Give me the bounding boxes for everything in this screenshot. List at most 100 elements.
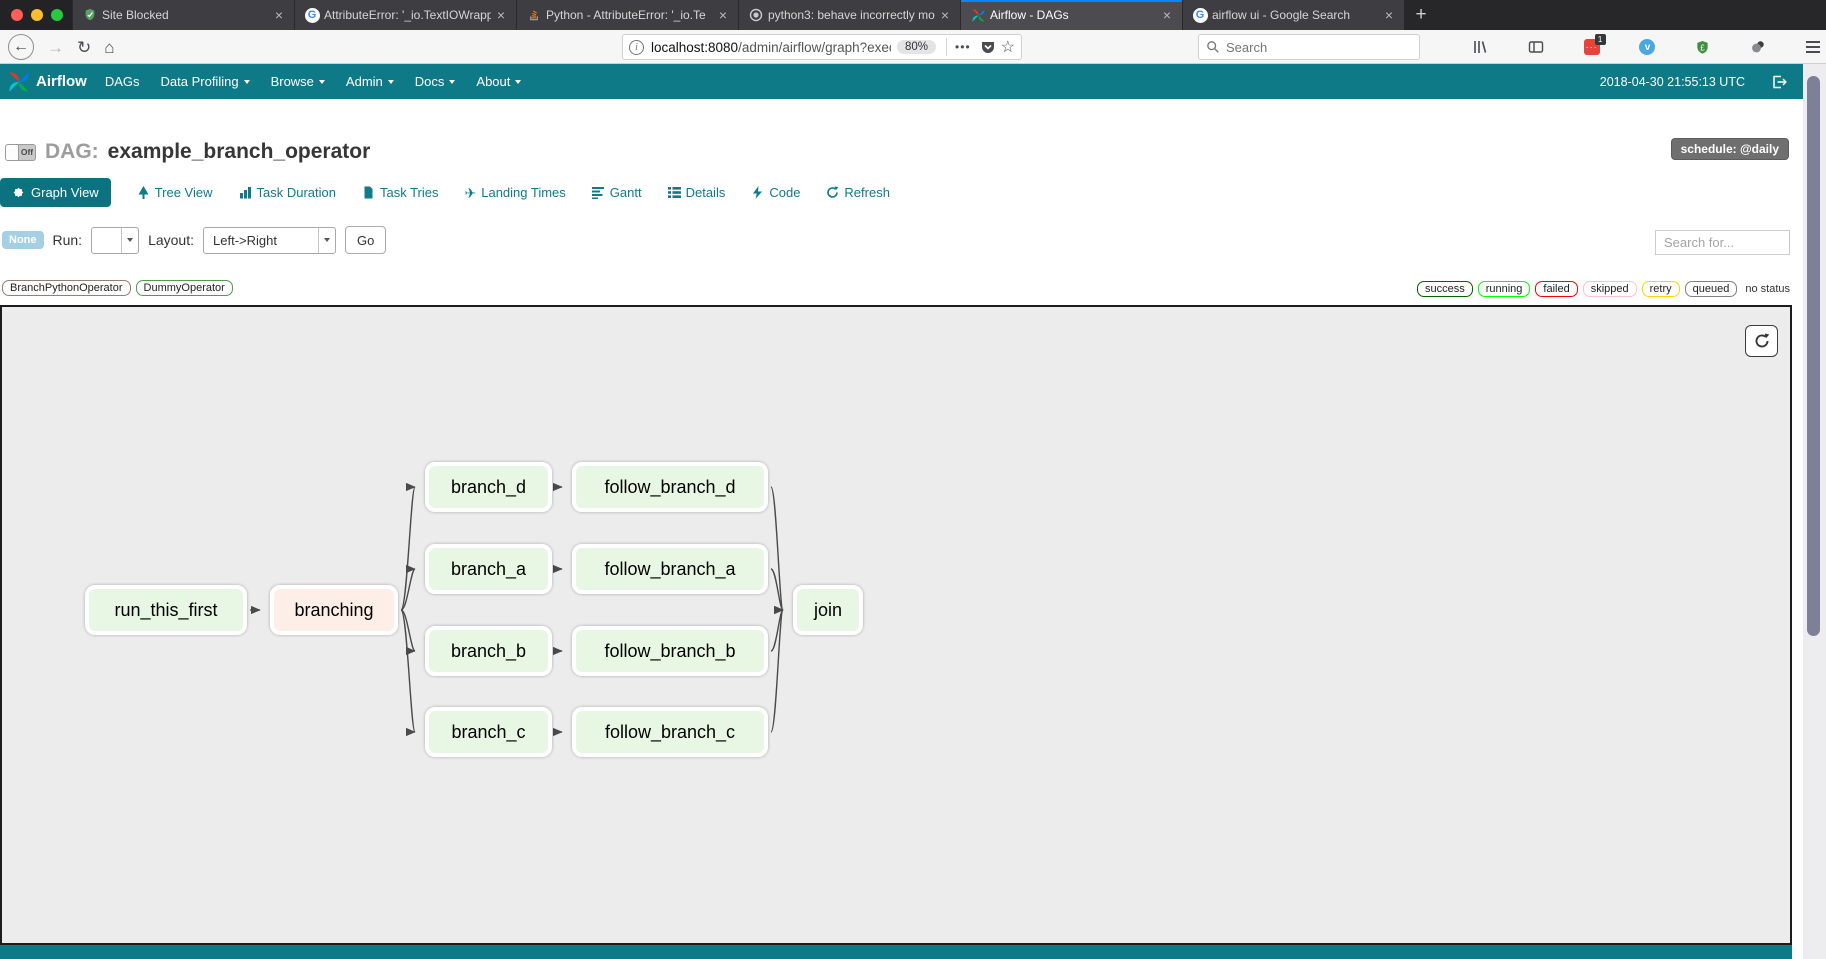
pocket-icon[interactable]: [980, 39, 996, 55]
tab-bar: Site Blocked × G AttributeError: '_io.Te…: [0, 0, 1826, 30]
dag-node-branch_c[interactable]: branch_c: [425, 707, 552, 757]
tab-title: airflow ui - Google Search: [1212, 8, 1379, 22]
site-info-icon[interactable]: i: [629, 40, 644, 55]
window-controls: [0, 0, 72, 30]
graph-refresh-button[interactable]: [1745, 325, 1778, 357]
brand-name: Airflow: [36, 73, 87, 90]
run-select[interactable]: [91, 227, 139, 254]
tab-airflow-ui-search[interactable]: G airflow ui - Google Search ×: [1182, 0, 1404, 30]
bookmark-star-icon[interactable]: ☆: [1001, 37, 1015, 57]
tab-details[interactable]: Details: [668, 185, 726, 200]
tab-landing-times[interactable]: ✈ Landing Times: [465, 185, 566, 200]
tab-code[interactable]: Code: [751, 185, 800, 200]
align-left-icon: [592, 186, 605, 199]
dag-pause-toggle[interactable]: Off: [5, 144, 36, 161]
privacy-shield-icon[interactable]: £: [1695, 40, 1710, 55]
airflow-icon: [970, 7, 986, 23]
google-icon: G: [1192, 7, 1208, 23]
dag-node-run_this_first[interactable]: run_this_first: [85, 585, 247, 635]
chevron-down-icon: [121, 228, 138, 253]
run-label: Run:: [53, 232, 83, 248]
dag-node-branch_b[interactable]: branch_b: [425, 626, 552, 676]
back-button[interactable]: ←: [8, 34, 34, 60]
airflow-brand[interactable]: Airflow: [0, 71, 87, 93]
tab-task-tries[interactable]: Task Tries: [362, 185, 439, 200]
dag-node-branch_a[interactable]: branch_a: [425, 544, 552, 594]
close-icon[interactable]: ×: [273, 7, 285, 23]
tab-python-attributeerror[interactable]: Python - AttributeError: '_io.Te ×: [516, 0, 738, 30]
go-button[interactable]: Go: [345, 226, 386, 254]
page-actions-icon[interactable]: •••: [955, 40, 971, 54]
tab-airflow-dags[interactable]: Airflow - DAGs ×: [960, 0, 1182, 30]
dag-node-follow_branch_b[interactable]: follow_branch_b: [572, 626, 768, 676]
tab-task-duration[interactable]: Task Duration: [239, 185, 336, 200]
tab-attributeerror-google[interactable]: G AttributeError: '_io.TextIOWrapp ×: [294, 0, 516, 30]
legend-dummyoperator: DummyOperator: [136, 280, 233, 296]
logout-icon[interactable]: [1771, 64, 1787, 99]
fullscreen-window-button[interactable]: [51, 9, 63, 21]
browser-search-input[interactable]: [1226, 40, 1386, 55]
layout-select[interactable]: Left->Right: [203, 227, 336, 254]
run-none-badge: None: [2, 231, 44, 249]
close-icon[interactable]: ×: [1383, 7, 1395, 23]
close-icon[interactable]: ×: [1161, 7, 1173, 23]
nav-item-admin[interactable]: Admin: [346, 74, 394, 89]
tab-gantt[interactable]: Gantt: [592, 185, 642, 200]
reload-button[interactable]: ↻: [77, 39, 91, 56]
legend-queued: queued: [1685, 281, 1738, 297]
dag-node-follow_branch_a[interactable]: follow_branch_a: [572, 544, 768, 594]
tab-title: Python - AttributeError: '_io.Te: [546, 8, 713, 22]
library-icon[interactable]: [1472, 39, 1488, 55]
legend-skipped: skipped: [1583, 281, 1637, 297]
dag-graph-canvas[interactable]: run_this_first branching branch_d branch_ab…: [0, 305, 1792, 945]
dag-node-branch_d[interactable]: branch_d: [425, 462, 552, 512]
zoom-level-badge[interactable]: 80%: [897, 40, 936, 54]
dag-node-follow_branch_c[interactable]: follow_branch_c: [572, 707, 768, 757]
nav-item-browse[interactable]: Browse: [271, 74, 325, 89]
tab-site-blocked[interactable]: Site Blocked ×: [72, 0, 294, 30]
cookies-icon[interactable]: [1750, 39, 1766, 55]
chevron-down-icon: [515, 80, 521, 84]
scrollbar-thumb[interactable]: [1807, 76, 1820, 636]
dag-node-join[interactable]: join: [793, 585, 863, 635]
close-icon[interactable]: ×: [939, 7, 951, 23]
minimize-window-button[interactable]: [31, 9, 43, 21]
forward-button[interactable]: →: [47, 39, 64, 56]
chevron-down-icon: [318, 228, 335, 253]
refresh-link[interactable]: Refresh: [826, 185, 890, 200]
layout-value: Left->Right: [204, 233, 318, 248]
blue-extension-icon[interactable]: v: [1639, 39, 1655, 55]
home-button[interactable]: ⌂: [104, 39, 114, 56]
scrollbar-track[interactable]: [1803, 64, 1826, 959]
dag-node-follow_branch_d[interactable]: follow_branch_d: [572, 462, 768, 512]
tab-title: Airflow - DAGs: [990, 8, 1157, 22]
url-text[interactable]: localhost:8080/admin/airflow/graph?execu…: [651, 40, 891, 55]
svg-text:£: £: [1701, 43, 1706, 52]
dag-edge-follow_branch_d-to-join: [771, 487, 783, 610]
tab-graph-view[interactable]: Graph View: [0, 178, 111, 207]
dag-node-branching[interactable]: branching: [270, 585, 398, 635]
close-icon[interactable]: ×: [717, 7, 729, 23]
close-icon[interactable]: ×: [495, 7, 507, 23]
new-tab-button[interactable]: +: [1404, 0, 1438, 30]
shield-icon: [82, 7, 98, 23]
legend-retry: retry: [1642, 281, 1680, 297]
refresh-icon: [1754, 333, 1770, 349]
refresh-icon: [826, 186, 839, 199]
dag-edge-follow_branch_c-to-join: [771, 610, 783, 732]
nav-item-docs[interactable]: Docs: [415, 74, 456, 89]
url-host: localhost:8080: [651, 40, 738, 55]
task-search-input[interactable]: [1655, 230, 1790, 255]
nav-item-about[interactable]: About: [476, 74, 521, 89]
close-window-button[interactable]: [11, 9, 23, 21]
browser-window: Site Blocked × G AttributeError: '_io.Te…: [0, 0, 1826, 959]
sidebar-icon[interactable]: [1528, 39, 1544, 55]
nav-item-data-profiling[interactable]: Data Profiling: [161, 74, 250, 89]
menu-icon[interactable]: [1806, 41, 1820, 53]
tab-tree-view[interactable]: Tree View: [137, 185, 213, 200]
browser-search-bar[interactable]: [1198, 34, 1420, 60]
nav-item-dags[interactable]: DAGs: [105, 74, 140, 89]
adblock-extension-icon[interactable]: ··· 1: [1584, 39, 1600, 55]
tab-python3-behave[interactable]: python3: behave incorrectly mo ×: [738, 0, 960, 30]
url-bar[interactable]: i localhost:8080/admin/airflow/graph?exe…: [622, 34, 1022, 60]
